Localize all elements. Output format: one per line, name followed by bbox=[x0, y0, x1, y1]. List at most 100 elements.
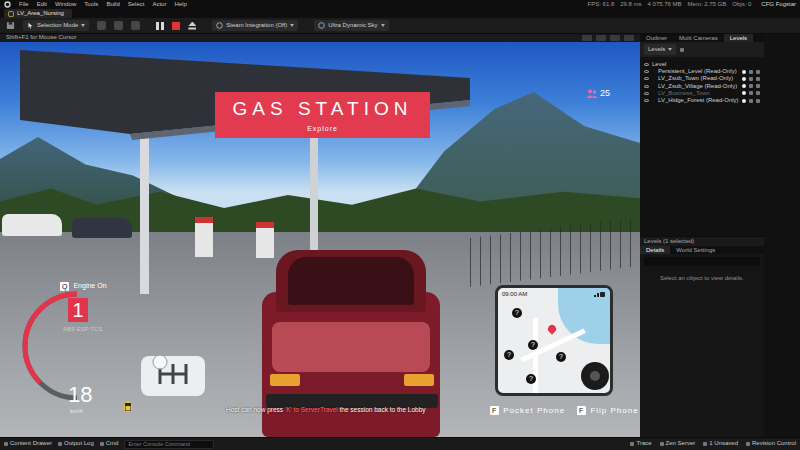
toolbar-button[interactable]: Steam Integration (Off) bbox=[212, 20, 298, 31]
level-tab[interactable]: LV_Area_Nursing bbox=[4, 9, 72, 18]
car-bumper bbox=[266, 394, 438, 408]
status-button[interactable]: Cmd bbox=[100, 440, 119, 447]
menu-item[interactable]: Window bbox=[55, 1, 76, 8]
console-input[interactable] bbox=[124, 440, 214, 449]
status-label: Zen Server bbox=[666, 440, 696, 447]
viewport-hint: Shift+F1 for Mouse Cursor bbox=[6, 34, 77, 41]
panel-tab[interactable]: Outliner bbox=[640, 34, 673, 42]
viewport-option-icon[interactable] bbox=[582, 35, 592, 41]
levels-header: Level bbox=[640, 61, 764, 68]
level-name: LV_Business_Town bbox=[652, 90, 739, 97]
status-icon bbox=[746, 442, 750, 446]
parked-car bbox=[72, 218, 132, 238]
settings-icon[interactable] bbox=[680, 48, 684, 52]
menu-item[interactable]: File bbox=[19, 1, 29, 8]
viewport-option-icon[interactable] bbox=[610, 35, 620, 41]
status-button[interactable]: Trace bbox=[630, 440, 651, 447]
stat-value: Objs: 0 bbox=[732, 1, 751, 8]
level-row[interactable]: LV_Zsub_Town (Read-Only) bbox=[640, 75, 764, 82]
lock-icon[interactable] bbox=[749, 91, 753, 95]
status-button[interactable]: Zen Server bbox=[660, 440, 696, 447]
toolbar-button[interactable]: Ultra Dynamic Sky bbox=[314, 20, 388, 31]
lock-icon[interactable] bbox=[749, 70, 753, 74]
car-trunk bbox=[272, 322, 430, 372]
level-row[interactable]: LV_Business_Town bbox=[640, 90, 764, 97]
speed-value: 18 bbox=[68, 384, 92, 406]
level-row[interactable]: LV_Hidge_Forest (Read-Only) bbox=[640, 97, 764, 104]
eject-icon[interactable] bbox=[188, 22, 196, 30]
tool-icon[interactable] bbox=[131, 21, 140, 30]
menu-item[interactable]: Help bbox=[174, 1, 186, 8]
game-viewport[interactable]: GAS STATIONExplore25QEngine On1ABS ESP T… bbox=[0, 42, 640, 437]
status-icon bbox=[100, 442, 104, 446]
visibility-icon[interactable] bbox=[644, 63, 649, 66]
gear-shifter-icon bbox=[140, 350, 206, 398]
save-level-icon[interactable] bbox=[756, 70, 760, 74]
action-hint: FFlip Phone bbox=[577, 406, 639, 416]
action-label: Flip Phone bbox=[590, 406, 638, 416]
stat-value: 29.8 ms bbox=[620, 1, 641, 8]
details-search[interactable] bbox=[644, 257, 760, 266]
menu-item[interactable]: Build bbox=[106, 1, 119, 8]
tool-icon[interactable] bbox=[97, 21, 106, 30]
viewport-option-icon[interactable] bbox=[596, 35, 606, 41]
lock-icon[interactable] bbox=[749, 77, 753, 81]
save-level-icon[interactable] bbox=[756, 99, 760, 103]
panel-tab[interactable]: Multi Cameras bbox=[673, 34, 724, 42]
phone-clock: 09:00 AM bbox=[502, 291, 527, 298]
map-marker[interactable]: ? bbox=[526, 374, 536, 384]
map-road bbox=[533, 318, 538, 396]
tool-icon[interactable] bbox=[114, 21, 123, 30]
panel-tab[interactable]: Details bbox=[640, 246, 670, 254]
minimap[interactable]: 09:00 AM????? bbox=[495, 285, 613, 396]
lock-icon[interactable] bbox=[749, 84, 753, 88]
details-empty-message: Select an object to view details. bbox=[640, 269, 764, 282]
pause-icon[interactable] bbox=[156, 22, 164, 30]
map-marker[interactable]: ? bbox=[528, 340, 538, 350]
map-marker[interactable]: ? bbox=[512, 308, 522, 318]
menu-item[interactable]: Edit bbox=[37, 1, 47, 8]
player-count-value: 25 bbox=[600, 88, 610, 99]
visibility-icon[interactable] bbox=[644, 77, 649, 80]
status-button[interactable]: Content Drawer bbox=[4, 440, 52, 447]
status-label: Output Log bbox=[64, 440, 94, 447]
joystick-knob[interactable] bbox=[590, 371, 600, 381]
panel-tab[interactable]: World Settings bbox=[670, 246, 721, 254]
visibility-icon[interactable] bbox=[644, 85, 649, 88]
save-level-icon[interactable] bbox=[756, 77, 760, 81]
map-marker[interactable]: ? bbox=[556, 352, 566, 362]
menu-item[interactable]: Tools bbox=[84, 1, 98, 8]
status-icon bbox=[58, 442, 62, 446]
stat-value: FPS: 61.8 bbox=[588, 1, 615, 8]
level-row[interactable]: LV_Zsub_Village (Read-Only) bbox=[640, 83, 764, 90]
action-hint: FPocket Phone bbox=[490, 406, 565, 416]
level-row[interactable]: Persistent_Level (Read-Only) bbox=[640, 68, 764, 75]
map-marker[interactable]: ? bbox=[504, 350, 514, 360]
menu-item[interactable]: Actor bbox=[152, 1, 166, 8]
levels-list: LevelPersistent_Level (Read-Only)LV_Zsub… bbox=[640, 57, 764, 236]
visibility-icon[interactable] bbox=[644, 70, 649, 73]
save-level-icon[interactable] bbox=[756, 91, 760, 95]
mode-dropdown[interactable]: Selection Mode bbox=[23, 20, 89, 31]
action-label: Pocket Phone bbox=[503, 406, 565, 416]
levels-button[interactable]: Levels bbox=[644, 44, 676, 55]
status-button[interactable]: 1 Unsaved bbox=[703, 440, 738, 447]
status-label: Cmd bbox=[106, 440, 119, 447]
visibility-icon[interactable] bbox=[644, 92, 649, 95]
lock-icon[interactable] bbox=[749, 99, 753, 103]
document-tab-bar: LV_Area_Nursing bbox=[0, 9, 800, 18]
visibility-icon[interactable] bbox=[644, 99, 649, 102]
stop-icon[interactable] bbox=[172, 22, 180, 30]
save-level-icon[interactable] bbox=[756, 84, 760, 88]
outliner-tabs: OutlinerMulti CamerasLevels bbox=[640, 34, 764, 42]
menu-bar: File Edit Window Tools Build Select Actor Help F… bbox=[0, 0, 800, 9]
toolbar-label: Ultra Dynamic Sky bbox=[328, 22, 377, 29]
cursor-icon bbox=[27, 22, 34, 29]
stat-value: 4 075.76 MB bbox=[648, 1, 682, 8]
status-button[interactable]: Output Log bbox=[58, 440, 94, 447]
menu-item[interactable]: Select bbox=[128, 1, 145, 8]
viewport-option-icon[interactable] bbox=[624, 35, 634, 41]
panel-tab[interactable]: Levels bbox=[724, 34, 753, 42]
editor-body: Shift+F1 for Mouse Cursor bbox=[0, 34, 800, 437]
status-button[interactable]: Revision Control bbox=[746, 440, 796, 447]
